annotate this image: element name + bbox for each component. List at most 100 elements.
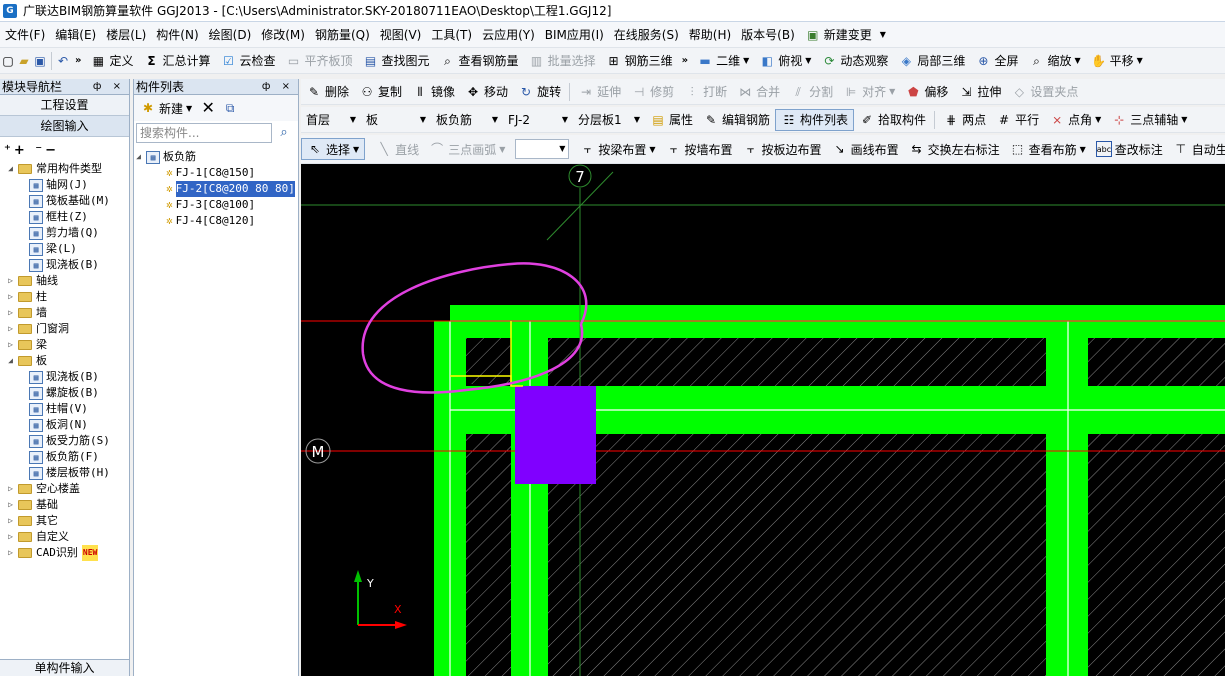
new-component-button[interactable]: ✱ 新建 ▼ (138, 97, 194, 119)
cloud-check-button[interactable]: ☑ 云检查 (216, 50, 281, 72)
nav-tree-item[interactable]: ▦ 楼层板带(H) (0, 465, 129, 481)
beam[interactable] (434, 321, 450, 676)
align-dropdown[interactable]: ⊫ 对齐 ▼ (838, 81, 900, 103)
trim-button[interactable]: ⊣ 修剪 (626, 81, 679, 103)
view-rebar-qty-button[interactable]: ⌕ 查看钢筋量 (435, 50, 524, 72)
nav-tree-folder[interactable]: ▷ 柱 (0, 289, 129, 305)
nav-tree-item[interactable]: ▦ 轴网(J) (0, 177, 129, 193)
menu-version[interactable]: 版本号(B) (736, 24, 800, 46)
component-list-button[interactable]: ☷ 构件列表 (775, 108, 855, 131)
nav-tree-folder[interactable]: ▷ 轴线 (0, 273, 129, 289)
break-button[interactable]: ⫶ 打断 (679, 81, 732, 103)
fullscreen-button[interactable]: ⊕ 全屏 (970, 50, 1023, 72)
nav-tree-item[interactable]: ▦ 板洞(N) (0, 417, 129, 433)
move-button[interactable]: ✥ 移动 (460, 81, 513, 103)
menu-file[interactable]: 文件(F) (0, 24, 50, 46)
save-icon[interactable]: ▣ (32, 53, 48, 69)
expand-arrow-icon[interactable]: ▷ (6, 545, 15, 561)
expand-arrow-icon[interactable]: ▷ (6, 529, 15, 545)
merge-button[interactable]: ⋈ 合并 (732, 81, 785, 103)
auto-generate-button[interactable]: ⊤ 自动生 (1168, 138, 1225, 160)
component-item[interactable]: ✲ FJ-1[C8@150] (134, 165, 298, 181)
by-wall-button[interactable]: ⫟ 按墙布置 (661, 138, 738, 160)
zoom-dropdown[interactable]: ⌕ 缩放 ▼ (1023, 50, 1085, 72)
extend-button[interactable]: ⇥ 延伸 (573, 81, 626, 103)
local-3d-button[interactable]: ◈ 局部三维 (893, 50, 970, 72)
column[interactable] (515, 386, 596, 484)
delete-icon[interactable]: ✕ (200, 100, 216, 116)
menu-modify[interactable]: 修改(M) (256, 24, 310, 46)
drawing-canvas[interactable]: 7 M Y X (301, 164, 1225, 676)
search-icon[interactable]: ⌕ (274, 123, 294, 143)
slab-panel[interactable] (548, 338, 1046, 386)
expand-arrow-icon[interactable]: ▷ (6, 273, 15, 289)
expand-arrow-icon[interactable]: ▷ (6, 497, 15, 513)
menu-new-change[interactable]: ▣ 新建变更 ▼ (800, 24, 896, 46)
nav-tree-item[interactable]: ▦ 现浇板(B) (0, 257, 129, 273)
nav-tree-folder[interactable]: ◢ 常用构件类型 (0, 161, 129, 177)
edit-rebar-button[interactable]: ✎ 编辑钢筋 (698, 109, 775, 131)
menu-draw[interactable]: 绘图(D) (204, 24, 257, 46)
menu-floor[interactable]: 楼层(L) (101, 24, 151, 46)
menu-edit[interactable]: 编辑(E) (50, 24, 101, 46)
draw-line-place-button[interactable]: ↘ 画线布置 (827, 138, 904, 160)
mirror-button[interactable]: ⫴ 镜像 (407, 81, 460, 103)
beam[interactable] (450, 321, 1225, 338)
three-point-axis-dropdown[interactable]: ⊹ 三点辅轴 ▼ (1106, 109, 1192, 131)
nav-tree-folder[interactable]: ▷ 其它 (0, 513, 129, 529)
component-item[interactable]: ✲ FJ-3[C8@100] (134, 197, 298, 213)
define-button[interactable]: ▦ 定义 (85, 50, 138, 72)
batch-select-button[interactable]: ▥ 批量选择 (524, 50, 601, 72)
nav-tree-item[interactable]: ▦ 柱帽(V) (0, 401, 129, 417)
nav-expand-collapse[interactable]: ⁺+ ⁻− (0, 137, 129, 161)
nav-tree-item[interactable]: ▦ 板受力筋(S) (0, 433, 129, 449)
pan-dropdown[interactable]: ✋ 平移 ▼ (1086, 50, 1148, 72)
nav-tree-item[interactable]: ▦ 板负筋(F) (0, 449, 129, 465)
nav-tree-item[interactable]: ▦ 螺旋板(B) (0, 385, 129, 401)
beam[interactable] (450, 321, 466, 676)
more-icon[interactable]: » (71, 55, 85, 66)
collapse-arrow-icon[interactable]: ◢ (6, 161, 15, 177)
slab-panel[interactable] (548, 434, 1046, 676)
drawing-input-button[interactable]: 绘图输入 (0, 116, 129, 137)
nav-tree-folder[interactable]: ◢ 板 (0, 353, 129, 369)
nav-tree-item[interactable]: ▦ 梁(L) (0, 241, 129, 257)
menu-cloud[interactable]: 云应用(Y) (477, 24, 540, 46)
subtype-select[interactable]: 板负筋 ▼ (431, 109, 503, 131)
expand-arrow-icon[interactable]: ▷ (6, 481, 15, 497)
check-label-button[interactable]: abc 查改标注 (1091, 138, 1168, 160)
menu-online[interactable]: 在线服务(S) (609, 24, 684, 46)
top-view-dropdown[interactable]: ◧ 俯视 ▼ (754, 50, 816, 72)
nav-tree-folder[interactable]: ▷ 自定义 (0, 529, 129, 545)
nav-tree-item[interactable]: ▦ 现浇板(B) (0, 369, 129, 385)
stretch-button[interactable]: ⇲ 拉伸 (953, 81, 1006, 103)
by-beam-dropdown[interactable]: ⫟ 按梁布置 ▼ (574, 138, 660, 160)
menu-help[interactable]: 帮助(H) (684, 24, 736, 46)
nav-tree-folder[interactable]: ▷ 梁 (0, 337, 129, 353)
component-item[interactable]: ✲ FJ-2[C8@200 80 80] (134, 181, 298, 197)
by-slab-edge-button[interactable]: ⫟ 按板边布置 (738, 138, 827, 160)
slab-panel[interactable] (1088, 338, 1225, 386)
point-angle-dropdown[interactable]: ⨯ 点角 ▼ (1044, 109, 1106, 131)
slab-panel[interactable] (466, 338, 510, 384)
copy-button[interactable]: ⚇ 复制 (354, 81, 407, 103)
slab-panel[interactable] (1088, 434, 1225, 676)
component-select[interactable]: FJ-2 ▼ (503, 109, 573, 131)
flush-slab-button[interactable]: ▭ 平齐板顶 (281, 50, 358, 72)
project-settings-button[interactable]: 工程设置 (0, 95, 129, 116)
expand-arrow-icon[interactable]: ▷ (6, 305, 15, 321)
nav-tree-folder[interactable]: ▷ 墙 (0, 305, 129, 321)
type-select[interactable]: 板 ▼ (361, 109, 431, 131)
view-layout-dropdown[interactable]: ⬚ 查看布筋 ▼ (1005, 138, 1091, 160)
nav-tree-item[interactable]: ▦ 筏板基础(M) (0, 193, 129, 209)
nav-tree-folder[interactable]: ▷ 空心楼盖 (0, 481, 129, 497)
menu-bim[interactable]: BIM应用(I) (540, 24, 609, 46)
expand-arrow-icon[interactable]: ▷ (6, 321, 15, 337)
more-icon[interactable]: » (678, 55, 692, 66)
menu-rebar-qty[interactable]: 钢筋量(Q) (310, 24, 375, 46)
component-search-input[interactable]: 搜索构件... (136, 123, 272, 143)
offset-button[interactable]: ⬟ 偏移 (900, 81, 953, 103)
properties-button[interactable]: ▤ 属性 (645, 109, 698, 131)
undo-icon[interactable]: ↶ (55, 53, 71, 69)
nav-tree-folder[interactable]: ▷ CAD识别 NEW (0, 545, 129, 561)
